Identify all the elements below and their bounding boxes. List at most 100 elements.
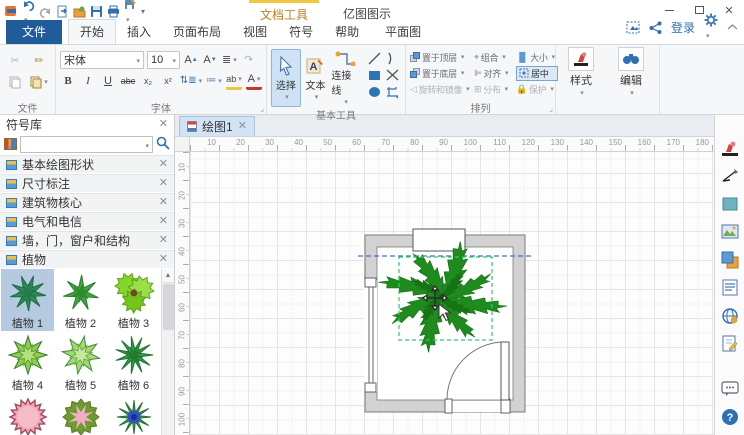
font-size-combo[interactable]: 10 — [147, 50, 180, 69]
redo-button[interactable] — [39, 5, 52, 18]
grow-font-button[interactable]: A ▲ — [183, 51, 199, 69]
category-basic-shapes[interactable]: 基本绘图形状 ✕ — [0, 155, 174, 174]
print-button[interactable] — [107, 5, 120, 18]
theme-icon[interactable] — [719, 137, 741, 158]
close-icon[interactable]: ✕ — [159, 254, 168, 265]
size-button[interactable]: ▐▌ 大小 — [516, 51, 558, 64]
close-panel-icon[interactable]: ✕ — [159, 119, 168, 130]
hyperlink-icon[interactable] — [719, 305, 741, 326]
outline-icon[interactable] — [719, 277, 741, 298]
customize-qat-icon[interactable]: ▾ — [141, 7, 145, 16]
tab-floor-plan[interactable]: 平面图 — [374, 20, 432, 44]
note-icon[interactable] — [719, 333, 741, 354]
export-image-icon[interactable] — [626, 21, 640, 34]
settings-gear-icon[interactable] — [704, 13, 718, 41]
collapse-ribbon-icon[interactable] — [727, 23, 738, 31]
bring-to-front-button[interactable]: 置于顶层 — [410, 51, 474, 64]
symbol-search-input[interactable] — [20, 135, 153, 153]
strikethrough-button[interactable]: abc — [120, 72, 136, 90]
tab-home[interactable]: 开始 — [68, 19, 117, 44]
search-icon[interactable] — [156, 136, 170, 153]
plant-symbol-4[interactable]: 植物 4 — [1, 331, 54, 393]
center-button[interactable]: 居中 — [516, 65, 558, 81]
close-document-icon[interactable]: ✕ — [238, 121, 247, 132]
ellipse-shape-tool[interactable] — [368, 86, 381, 101]
align-text-button[interactable]: ≣ — [221, 51, 238, 69]
format-painter-icon[interactable]: ✏ — [31, 51, 47, 69]
select-tool-button[interactable]: 选择 — [271, 49, 301, 107]
cut-icon[interactable]: ✂ — [7, 51, 23, 69]
fill-color-icon[interactable] — [719, 193, 741, 214]
line-style-icon[interactable] — [719, 165, 741, 186]
category-building-core[interactable]: 建筑物核心 ✕ — [0, 193, 174, 212]
line-shape-tool[interactable] — [368, 52, 381, 68]
italic-button[interactable]: I — [80, 72, 96, 90]
scroll-up-icon[interactable]: ▲ — [162, 269, 174, 283]
dialog-launcher-icon[interactable]: ⌟ — [260, 104, 264, 113]
rotate-text-icon[interactable]: ↷ — [241, 51, 257, 69]
distribute-button[interactable]: ⊞ 分布 — [474, 83, 516, 96]
highlight-color-button[interactable]: ab — [226, 72, 242, 90]
plant-symbol-5[interactable]: 植物 5 — [54, 331, 107, 393]
protect-button[interactable]: 🔒 保护 — [516, 83, 558, 96]
close-icon[interactable]: ✕ — [159, 178, 168, 189]
arc-shape-tool[interactable] — [387, 52, 398, 68]
edit-button[interactable]: 编辑 — [609, 47, 653, 101]
tab-page-layout[interactable]: 页面布局 — [162, 20, 232, 44]
paste-dropdown[interactable] — [29, 73, 49, 91]
plant-symbol-3[interactable]: 植物 3 — [107, 269, 160, 331]
tab-help[interactable]: 帮助 — [324, 20, 370, 44]
tab-insert[interactable]: 插入 — [116, 20, 162, 44]
send-to-back-button[interactable]: 置于底层 — [410, 67, 474, 80]
font-name-combo[interactable]: 宋体 — [60, 50, 144, 69]
close-icon[interactable]: ✕ — [159, 159, 168, 170]
wall-opening[interactable] — [412, 228, 466, 252]
underline-button[interactable]: U — [100, 72, 116, 90]
login-button[interactable]: 登录 — [671, 19, 695, 36]
crop-tool[interactable] — [386, 86, 399, 102]
plant-symbol-6[interactable]: 植物 6 — [107, 331, 160, 393]
scrollbar-thumb[interactable] — [163, 284, 174, 330]
line-spacing-button[interactable]: ⇅≣ — [180, 72, 202, 90]
style-button[interactable]: 样式 — [559, 47, 603, 101]
bold-button[interactable]: B — [60, 72, 76, 90]
close-icon[interactable]: ✕ — [159, 197, 168, 208]
window-symbol[interactable] — [364, 277, 377, 393]
document-tab[interactable]: 绘图1 ✕ — [179, 116, 255, 136]
share-icon[interactable] — [649, 21, 662, 34]
connector-tool-button[interactable]: 连接线 — [330, 49, 360, 107]
align-button[interactable]: ⊫ 对齐 — [474, 67, 516, 80]
superscript-button[interactable]: x² — [160, 72, 176, 90]
group-button[interactable]: ⌖ 组合 — [474, 51, 516, 64]
shrink-font-button[interactable]: A ▼ — [202, 51, 218, 69]
plant-symbol-8[interactable] — [54, 393, 107, 435]
paste-icon[interactable] — [7, 73, 23, 91]
category-electrical-telecom[interactable]: 电气和电信 ✕ — [0, 212, 174, 231]
library-picker-icon[interactable] — [4, 138, 17, 150]
dialog-launcher-icon[interactable]: ⌟ — [549, 104, 553, 113]
pencil-shape-tool[interactable] — [386, 69, 399, 84]
open-button[interactable] — [73, 5, 86, 18]
close-icon[interactable]: ✕ — [159, 216, 168, 227]
rotate-mirror-button[interactable]: ◁ 旋转和镜像 — [410, 83, 474, 96]
plant-symbol-2[interactable]: 植物 2 — [54, 269, 107, 331]
plant-symbol-1[interactable]: 植物 1 — [1, 269, 54, 331]
drawing-canvas[interactable] — [190, 152, 714, 435]
tab-file[interactable]: 文件 — [6, 20, 63, 44]
save-button[interactable] — [90, 5, 103, 18]
plant-symbol-7[interactable] — [1, 393, 54, 435]
close-icon[interactable]: ✕ — [159, 235, 168, 246]
help-icon[interactable]: ? — [719, 406, 741, 427]
tab-symbols[interactable]: 符号 — [278, 20, 324, 44]
subscript-button[interactable]: x₂ — [140, 72, 156, 90]
plants-scrollbar[interactable]: ▲ — [161, 269, 174, 435]
import-button[interactable] — [56, 5, 69, 18]
category-walls-doors-windows[interactable]: 墙，门，窗户和结构 ✕ — [0, 231, 174, 250]
category-dimensioning[interactable]: 尺寸标注 ✕ — [0, 174, 174, 193]
text-tool-button[interactable]: A 文本 — [301, 49, 331, 107]
comment-icon[interactable] — [719, 378, 741, 399]
plant-symbol-9[interactable] — [107, 393, 160, 435]
rectangle-shape-tool[interactable] — [368, 70, 381, 84]
picture-icon[interactable] — [719, 221, 741, 242]
layers-icon[interactable] — [719, 249, 741, 270]
